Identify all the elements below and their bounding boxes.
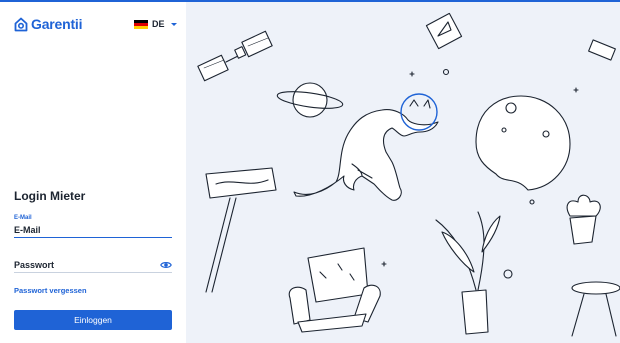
moon-icon bbox=[475, 95, 571, 191]
login-panel: Garentii DE Login Mieter E-Mail Passwort… bbox=[0, 2, 186, 343]
house-logo-icon bbox=[14, 17, 28, 31]
armchair-icon bbox=[288, 247, 381, 333]
german-flag-icon bbox=[134, 19, 148, 29]
lamp-icon bbox=[205, 167, 277, 293]
picture-frame-icon bbox=[425, 12, 463, 50]
satellite-icon bbox=[197, 30, 273, 82]
potted-plant-icon bbox=[435, 211, 501, 335]
eye-icon[interactable] bbox=[160, 260, 172, 270]
brand-name: Garentii bbox=[31, 16, 83, 32]
brand-logo[interactable]: Garentii bbox=[14, 16, 83, 32]
forgot-password-link[interactable]: Passwort vergessen bbox=[14, 286, 87, 295]
password-field[interactable] bbox=[14, 257, 172, 273]
flower-pot-icon bbox=[566, 194, 601, 245]
ringed-planet-icon bbox=[276, 82, 344, 118]
email-field[interactable] bbox=[14, 222, 172, 238]
email-floating-label: E-Mail bbox=[14, 215, 32, 221]
illustration-panel bbox=[186, 2, 620, 343]
language-selector[interactable]: DE bbox=[134, 19, 177, 29]
language-code: DE bbox=[152, 19, 165, 29]
login-button[interactable]: Einloggen bbox=[14, 310, 172, 330]
side-table-icon bbox=[571, 281, 620, 337]
space-cat-illustration bbox=[197, 12, 620, 337]
chevron-down-icon bbox=[170, 22, 177, 26]
page-title: Login Mieter bbox=[14, 189, 86, 203]
